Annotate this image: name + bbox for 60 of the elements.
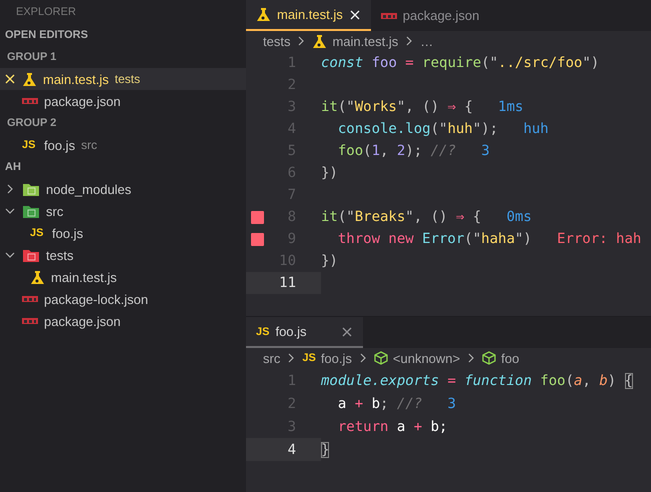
file-path-hint: src: [81, 138, 98, 152]
folder-item[interactable]: tests: [0, 244, 246, 266]
inline-value: 3: [447, 396, 456, 412]
js-label: JS: [22, 139, 36, 151]
file-path-hint: tests: [114, 72, 140, 86]
group-header: GROUP 1: [6, 50, 56, 65]
section-header[interactable]: OPEN EDITORS: [0, 24, 88, 46]
file-item[interactable]: package-lock.json: [0, 288, 246, 310]
file-item[interactable]: package.json: [0, 310, 246, 332]
breadcrumb-item[interactable]: main.test.js: [312, 34, 398, 48]
flask-icon: [312, 34, 328, 48]
close-icon: [348, 8, 361, 20]
code-line: const foo = require("../src/foo"): [321, 54, 600, 73]
file-item[interactable]: main.test.js: [0, 266, 246, 288]
editor-tab[interactable]: main.test.js: [246, 0, 371, 31]
cube-icon: [374, 351, 388, 365]
js-label: JS: [302, 352, 316, 364]
explorer-title: EXPLORER: [15, 5, 77, 20]
inline-value: 3: [481, 143, 490, 159]
breadcrumb-item[interactable]: <unknown>: [374, 350, 460, 366]
editor-tab[interactable]: package.json: [370, 0, 490, 31]
code-line: }): [321, 252, 338, 271]
group-header: GROUP 2: [6, 116, 56, 131]
close-icon: [340, 326, 353, 338]
code-line: module.exports = function foo(a, b) {: [321, 372, 633, 390]
breadcrumb-item[interactable]: tests: [263, 34, 290, 48]
code-line: foo(1, 2); //?: [336, 142, 456, 161]
flask-icon: [256, 7, 271, 22]
code-line: }: [321, 440, 330, 460]
inline-error: Error: hah: [557, 231, 642, 247]
file-item[interactable]: JS foo.js: [0, 222, 246, 244]
cube-icon: [482, 351, 496, 365]
inline-value: 0ms: [506, 209, 532, 225]
code-line: it("Breaks", () ⇒ {: [321, 208, 482, 227]
folder-item[interactable]: node_modules: [0, 178, 246, 200]
section-header[interactable]: AH: [0, 156, 21, 178]
editor-tab[interactable]: JS foo.js: [246, 317, 363, 348]
flask-icon: [22, 72, 37, 86]
close-icon: [4, 73, 16, 85]
code-line: }): [321, 164, 338, 183]
breadcrumb-item[interactable]: JS foo.js: [302, 350, 352, 366]
inline-value: huh: [523, 121, 549, 137]
folder-item[interactable]: src: [0, 200, 246, 222]
code-line: a + b; //?: [336, 394, 422, 414]
line-number: 4: [288, 442, 296, 458]
code-line: return a + b;: [336, 418, 448, 436]
open-editor-item[interactable]: main.test.js tests: [0, 68, 246, 90]
code-line: it("Works", () ⇒ {: [321, 98, 473, 117]
code-line: console.log("huh");: [336, 120, 498, 139]
line-number: 11: [279, 275, 296, 291]
js-label: JS: [256, 326, 270, 338]
breadcrumb-item[interactable]: …: [420, 34, 434, 48]
breadcrumb-item[interactable]: src: [263, 350, 280, 366]
breadcrumb-item[interactable]: foo: [482, 350, 520, 366]
code-line: throw new Error("haha"): [336, 230, 532, 249]
open-editor-item[interactable]: JS foo.js src: [0, 134, 246, 156]
inline-value: 1ms: [498, 99, 524, 115]
open-editor-item[interactable]: package.json: [0, 90, 246, 112]
js-label: JS: [30, 227, 44, 239]
flask-icon: [30, 270, 45, 284]
